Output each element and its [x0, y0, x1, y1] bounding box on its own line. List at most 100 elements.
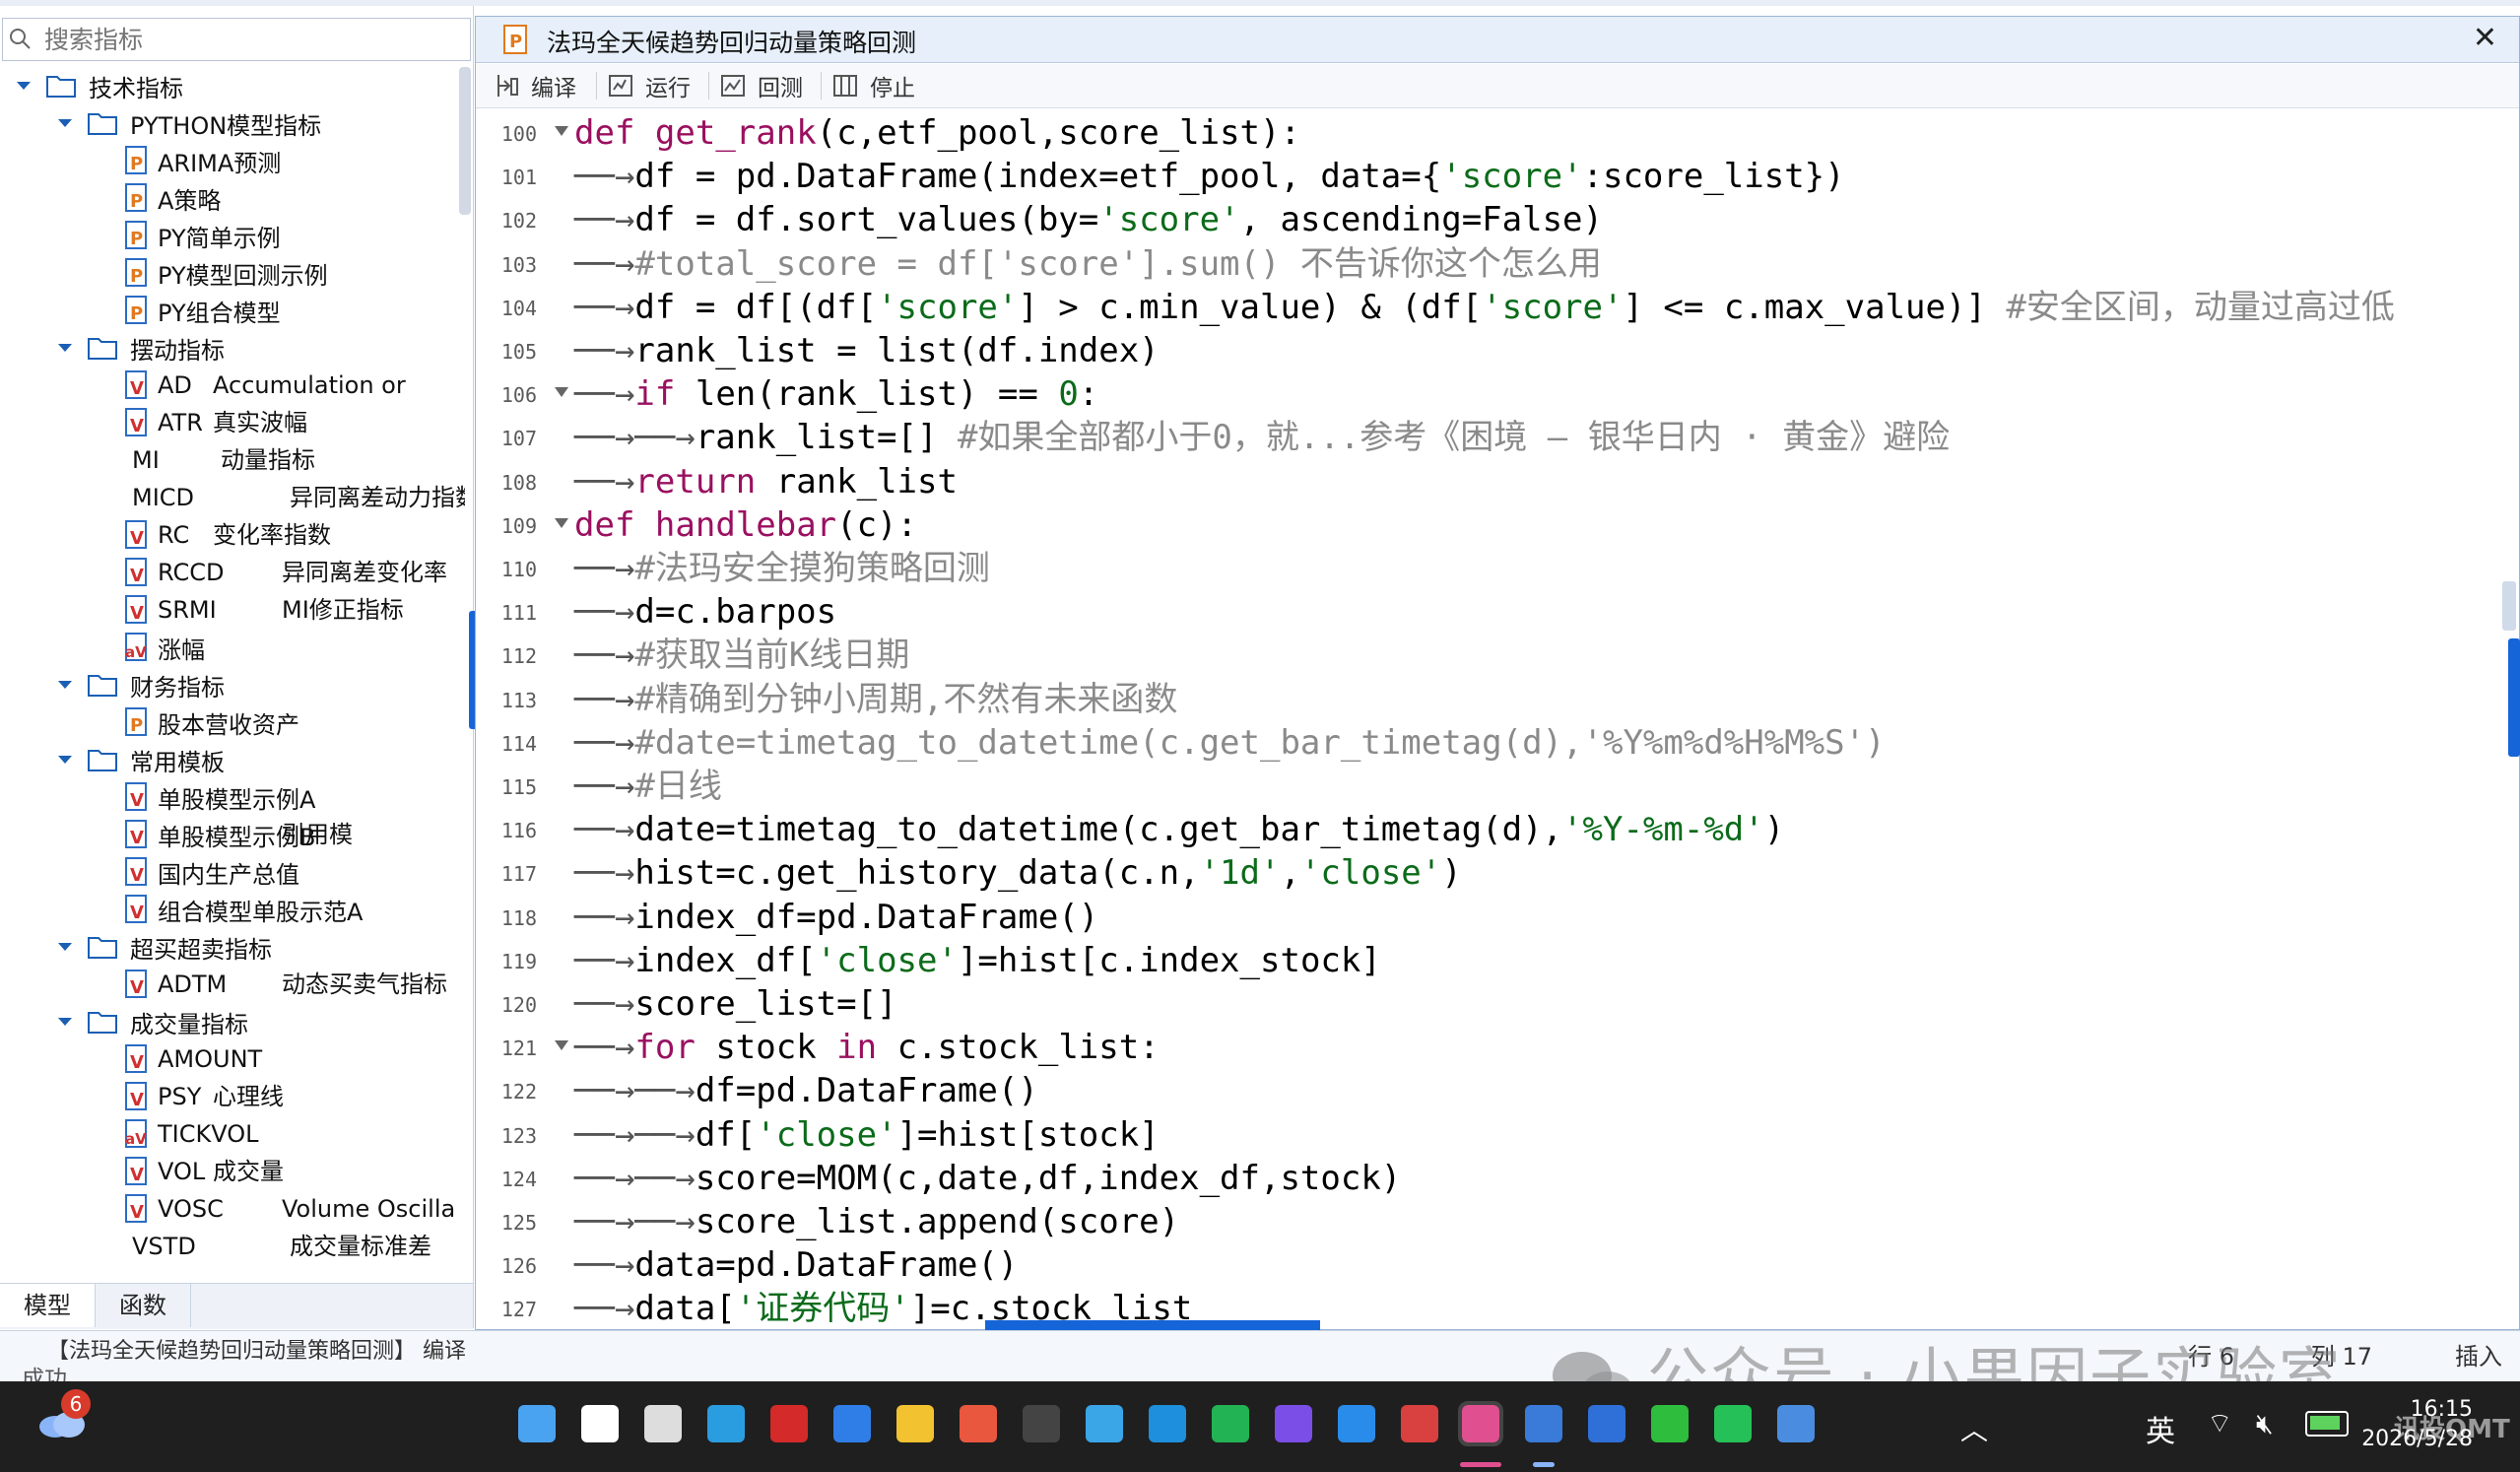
tray-chevron-icon[interactable]: ︿ — [1960, 1409, 1988, 1448]
battery-icon[interactable] — [2305, 1411, 2349, 1437]
code-line[interactable]: 116 ──→date=timetag_to_datetime(c.get_bar… — [476, 808, 2505, 851]
tree-item[interactable]: V VOSC Volume Oscilla — [124, 1190, 455, 1228]
task-view-icon[interactable] — [644, 1405, 682, 1442]
edge-icon[interactable] — [707, 1405, 745, 1442]
chevron-down-icon[interactable] — [55, 1012, 75, 1032]
code-line[interactable]: 123 ──→──→df['close']=hist[stock] — [476, 1113, 2505, 1157]
tree-item[interactable]: P PY模型回测示例 — [124, 254, 328, 292]
wifi-icon[interactable]: ⌔ — [2207, 1407, 2232, 1441]
search-input[interactable] — [42, 23, 460, 56]
code-line[interactable]: 106 ──→if len(rank_list) == 0: — [476, 372, 2505, 416]
code-line[interactable]: 119 ──→index_df['close']=hist[c.index_sto… — [476, 939, 2505, 982]
tree-item[interactable]: MI 动量指标 — [132, 441, 315, 479]
code-line[interactable]: 112 ──→#获取当前K线日期 — [476, 634, 2505, 677]
start-icon[interactable] — [518, 1405, 556, 1442]
tree-item[interactable]: V 组合模型单股示范A — [124, 891, 363, 928]
code-line[interactable]: 118 ──→index_df=pd.DataFrame() — [476, 896, 2505, 939]
code-line[interactable]: 104 ──→df = df[(df['score'] > c.min_value… — [476, 286, 2505, 329]
chevron-down-icon[interactable] — [14, 76, 33, 96]
tree-item[interactable]: V ATR 真实波幅 — [124, 404, 307, 441]
edge-dev-icon[interactable] — [1149, 1405, 1186, 1442]
search-icon[interactable] — [581, 1405, 619, 1442]
tree-folder[interactable]: 超买超卖指标 — [55, 928, 272, 966]
tree-folder[interactable]: 摆动指标 — [55, 329, 225, 367]
tree-item[interactable]: P A策略 — [124, 179, 221, 217]
code-line[interactable]: 111 ──→d=c.barpos — [476, 590, 2505, 634]
horizontal-scrollbar-thumb[interactable] — [985, 1320, 1320, 1330]
code-area[interactable]: 100 def get_rank(c,etf_pool,score_list): 1… — [476, 111, 2505, 1329]
code-line[interactable]: 117 ──→hist=c.get_history_data(c.n,'1d','… — [476, 851, 2505, 895]
tree-folder[interactable]: PYTHON模型指标 — [55, 104, 321, 142]
tab-function[interactable]: 函数 — [96, 1284, 191, 1327]
tree-item[interactable]: V RCCD 异同离差变化率 — [124, 554, 447, 591]
code-line[interactable]: 110 ──→#法玛安全摸狗策略回测 — [476, 547, 2505, 590]
code-line[interactable]: 126 ──→data=pd.DataFrame() — [476, 1243, 2505, 1287]
fold-toggle-icon[interactable] — [555, 126, 568, 136]
code-line[interactable]: 114 ──→#date=timetag_to_datetime(c.get_ba… — [476, 721, 2505, 765]
code-line[interactable]: 105 ──→rank_list = list(df.index) — [476, 329, 2505, 372]
tree-item[interactable]: VSTD 成交量标准差 — [132, 1228, 431, 1265]
file-explorer-icon[interactable] — [896, 1405, 934, 1442]
store-icon[interactable] — [960, 1405, 997, 1442]
code-line[interactable]: 120 ──→score_list=[] — [476, 982, 2505, 1026]
tree-item[interactable]: V PSY 心理线 — [124, 1078, 284, 1115]
chevron-down-icon[interactable] — [55, 338, 75, 358]
code-line[interactable]: 122 ──→──→df=pd.DataFrame() — [476, 1069, 2505, 1112]
tree-item[interactable]: aV TICKVOL — [124, 1115, 259, 1153]
chevron-down-icon[interactable] — [55, 675, 75, 695]
fold-toggle-icon[interactable] — [555, 517, 568, 528]
tree-item[interactable]: V RC 变化率指数 — [124, 516, 331, 554]
app-blue-icon[interactable] — [1588, 1405, 1625, 1442]
tree-item[interactable]: P PY简单示例 — [124, 217, 281, 254]
code-line[interactable]: 101 ──→df = pd.DataFrame(index=etf_pool, … — [476, 155, 2505, 198]
fold-toggle-icon[interactable] — [555, 387, 568, 398]
chevron-down-icon[interactable] — [55, 113, 75, 133]
mail-icon[interactable] — [833, 1405, 871, 1442]
browser-icon[interactable] — [1086, 1405, 1123, 1442]
fold-toggle-icon[interactable] — [555, 1040, 568, 1051]
code-line[interactable]: 102 ──→df = df.sort_values(by='score', as… — [476, 198, 2505, 241]
code-line[interactable]: 121 ──→for stock in c.stock_list: — [476, 1026, 2505, 1069]
code-line[interactable]: 100 def get_rank(c,etf_pool,score_list): — [476, 111, 2505, 155]
editor-scrollbar-thumb[interactable] — [2502, 581, 2516, 631]
backtest-button[interactable]: 回测 — [720, 70, 803, 101]
qmt-icon[interactable] — [1525, 1405, 1562, 1442]
code-line[interactable]: 125 ──→──→score_list.append(score) — [476, 1200, 2505, 1243]
tree-scrollbar-thumb[interactable] — [459, 67, 471, 215]
code-line[interactable]: 108 ──→return rank_list — [476, 460, 2505, 503]
code-line[interactable]: 103 ──→#total_score = df['score'].sum() 不… — [476, 242, 2505, 286]
chevron-down-icon[interactable] — [55, 750, 75, 769]
tree-folder[interactable]: 常用模板 — [55, 741, 225, 778]
tree-item[interactable]: V 国内生产总值 — [124, 853, 299, 891]
tree-item[interactable]: P 股本营收资产 — [124, 703, 299, 741]
editor-tab-title[interactable]: 法玛全天候趋势回归动量策略回测 — [547, 24, 916, 59]
code-line[interactable]: 115 ──→#日线 — [476, 765, 2505, 808]
code-line[interactable]: 109 def handlebar(c): — [476, 503, 2505, 547]
notepad-icon[interactable] — [1777, 1405, 1815, 1442]
app-green-icon[interactable] — [1212, 1405, 1249, 1442]
wechat-icon[interactable] — [1651, 1405, 1689, 1442]
mute-speaker-icon[interactable]: 🔇︎ — [2256, 1407, 2274, 1440]
vscode-icon[interactable] — [1338, 1405, 1375, 1442]
tree-item[interactable]: P PY组合模型 — [124, 292, 281, 329]
tree-item[interactable]: V AD Accumulation or — [124, 367, 406, 404]
tab-model[interactable]: 模型 — [0, 1284, 96, 1327]
tree-item[interactable]: V AMOUNT — [124, 1040, 262, 1078]
app-red-icon[interactable] — [1401, 1405, 1438, 1442]
tree-folder[interactable]: 财务指标 — [55, 666, 225, 703]
tree-item[interactable]: V VOL 成交量 — [124, 1153, 284, 1190]
terminal-icon[interactable] — [1023, 1405, 1060, 1442]
tree-item[interactable]: MICD 异同离差动力指数 — [132, 479, 465, 516]
tree-item[interactable]: V SRMI MI修正指标 — [124, 591, 404, 629]
qmt-active-icon[interactable] — [1458, 1401, 1503, 1446]
code-line[interactable]: 107 ──→──→rank_list=[] #如果全部都小于0，就...参考《困… — [476, 416, 2505, 459]
close-icon[interactable]: ✕ — [2473, 21, 2497, 55]
tree-item[interactable]: V 单股模型示例A — [124, 778, 315, 816]
right-panel-collapse-handle[interactable] — [2508, 638, 2520, 757]
tree-item[interactable]: V 单股模型示例B 引用模 — [124, 816, 353, 853]
run-button[interactable]: 运行 — [608, 70, 691, 101]
wps-icon[interactable] — [770, 1405, 808, 1442]
chevron-down-icon[interactable] — [55, 937, 75, 957]
tree-folder[interactable]: 技术指标 — [14, 67, 183, 104]
code-line[interactable]: 124 ──→──→score=MOM(c,date,df,index_df,st… — [476, 1157, 2505, 1200]
